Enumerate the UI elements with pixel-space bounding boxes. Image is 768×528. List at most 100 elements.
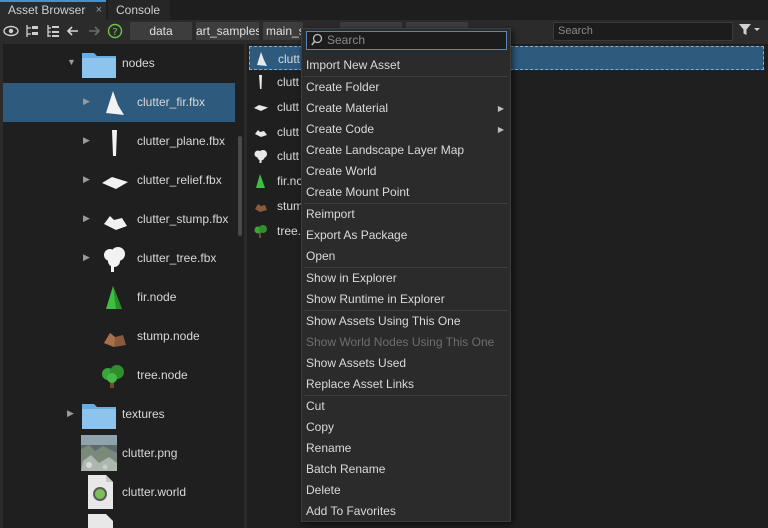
menu-item-export-as-package[interactable]: Export As Package: [302, 225, 510, 246]
tree-item-label: nodes: [122, 56, 155, 70]
eye-icon[interactable]: [3, 23, 19, 39]
fir-node-icon: [253, 173, 269, 189]
menu-item-delete[interactable]: Delete: [302, 480, 510, 501]
menu-item-label: Create Material: [306, 101, 389, 115]
chevron-right-icon[interactable]: ▶: [67, 408, 74, 419]
image-thumbnail-icon: [81, 435, 117, 471]
folder-icon: [81, 399, 116, 431]
forward-arrow-icon[interactable]: [86, 23, 102, 39]
menu-item-label: Create Code: [306, 122, 375, 136]
plane-mesh-icon: [253, 74, 269, 90]
list-item-label: clutt: [277, 149, 300, 163]
menu-item-show-assets-using-this-one[interactable]: Show Assets Using This One: [302, 311, 510, 332]
stump-mesh-icon: [253, 124, 269, 140]
list-item-label: clutt: [277, 100, 300, 114]
menu-item-rename[interactable]: Rename: [302, 438, 510, 459]
chevron-right-icon[interactable]: ▶: [83, 174, 90, 185]
fir-node-icon: [100, 282, 130, 314]
tab-asset-browser[interactable]: Asset Browser ×: [0, 0, 106, 20]
chevron-right-icon[interactable]: ▶: [83, 252, 90, 263]
menu-item-show-world-nodes-using-this-one: Show World Nodes Using This One: [306, 335, 495, 349]
menu-item-add-to-favorites[interactable]: Add To Favorites: [302, 501, 510, 522]
expand-tree-icon[interactable]: [45, 23, 61, 39]
menu-search-input[interactable]: Search: [306, 31, 507, 50]
menu-item-show-runtime-in-explorer[interactable]: Show Runtime in Explorer: [302, 289, 510, 310]
tree-item-label: clutter_stump.fbx: [137, 212, 229, 226]
stump-node-icon: [253, 198, 269, 214]
breadcrumb-main[interactable]: main_s: [263, 22, 303, 40]
tree-item-label: stump.node: [137, 329, 200, 343]
submenu-arrow-icon: ▶: [497, 104, 504, 113]
asset-tree[interactable]: ▼ nodes ▶ clutter_fir.fbx ▶ clutter_plan…: [3, 44, 244, 528]
menu-item-create-world[interactable]: Create World: [302, 161, 510, 182]
tree-mesh-icon: [100, 243, 130, 275]
tree-item-clutter-relief[interactable]: ▶ clutter_relief.fbx: [3, 161, 235, 200]
tab-console[interactable]: Console: [108, 0, 170, 20]
menu-item-create-material[interactable]: Create Material ▶: [302, 98, 510, 119]
tab-console-label: Console: [116, 3, 161, 17]
tree-item-clutter-fir[interactable]: ▶ clutter_fir.fbx: [3, 83, 235, 122]
help-icon[interactable]: ?: [107, 23, 123, 39]
filter-icon[interactable]: [738, 23, 762, 40]
tree-item-nodes[interactable]: ▼ nodes: [3, 44, 235, 83]
close-icon[interactable]: ×: [96, 2, 102, 19]
tree-item-label: tree.node: [137, 368, 188, 382]
fir-mesh-icon: [254, 51, 270, 67]
menu-item-create-landscape-layer-map[interactable]: Create Landscape Layer Map: [302, 140, 510, 161]
chevron-right-icon[interactable]: ▶: [83, 135, 90, 146]
tree-item-clutter-plane[interactable]: ▶ clutter_plane.fbx: [3, 122, 235, 161]
chevron-down-icon[interactable]: ▼: [67, 57, 76, 67]
back-arrow-icon[interactable]: [65, 23, 81, 39]
tree-item-label: clutter.world: [122, 485, 187, 499]
stump-mesh-icon: [100, 204, 130, 236]
menu-item-create-folder[interactable]: Create Folder: [302, 77, 510, 98]
plane-mesh-icon: [100, 126, 130, 158]
tree-item-label: clutter_relief.fbx: [137, 173, 222, 187]
relief-mesh-icon: [253, 99, 269, 115]
tree-scrollbar[interactable]: [238, 136, 242, 236]
chevron-right-icon[interactable]: ▶: [83, 213, 90, 224]
collapse-tree-icon[interactable]: [24, 23, 40, 39]
menu-item-reimport[interactable]: Reimport: [302, 204, 510, 225]
breadcrumb-art-samples[interactable]: art_samples: [196, 22, 259, 40]
tree-item-partial[interactable]: [3, 512, 235, 528]
menu-item-show-assets-used[interactable]: Show Assets Used: [302, 353, 510, 374]
tree-node-icon: [253, 223, 269, 239]
tab-asset-browser-label: Asset Browser: [8, 3, 86, 17]
tree-mesh-icon: [253, 148, 269, 164]
tree-item-clutter-tree[interactable]: ▶ clutter_tree.fbx: [3, 239, 235, 278]
list-item-label: clutt: [277, 125, 300, 139]
breadcrumb-data[interactable]: data: [130, 22, 192, 40]
tree-node-icon: [100, 360, 130, 392]
tree-item-label: fir.node: [137, 290, 177, 304]
menu-item-show-in-explorer[interactable]: Show in Explorer: [302, 268, 510, 289]
list-item-label: stum: [277, 199, 304, 213]
svg-text:?: ?: [112, 27, 117, 38]
list-item-label: clutt: [278, 52, 301, 66]
tree-item-label: textures: [122, 407, 165, 421]
menu-item-create-mount-point[interactable]: Create Mount Point: [302, 182, 510, 203]
tree-item-stump-node[interactable]: stump.node: [3, 317, 235, 356]
tree-item-tree-node[interactable]: tree.node: [3, 356, 235, 395]
stump-node-icon: [100, 321, 130, 353]
search-input[interactable]: Search: [553, 22, 733, 41]
menu-item-batch-rename[interactable]: Batch Rename: [302, 459, 510, 480]
tree-item-fir-node[interactable]: fir.node: [3, 278, 235, 317]
menu-item-replace-asset-links[interactable]: Replace Asset Links: [302, 374, 510, 395]
menu-item-open[interactable]: Open: [302, 246, 510, 267]
tree-item-textures[interactable]: ▶ textures: [3, 395, 235, 434]
menu-item-copy[interactable]: Copy: [302, 417, 510, 438]
world-file-icon: [85, 474, 115, 510]
menu-item-import-new-asset[interactable]: Import New Asset: [302, 55, 510, 76]
list-item-label: clutt: [277, 75, 300, 89]
chevron-right-icon[interactable]: ▶: [83, 96, 90, 107]
relief-mesh-icon: [100, 165, 130, 197]
menu-item-create-code[interactable]: Create Code ▶: [302, 119, 510, 140]
tree-item-label: clutter_plane.fbx: [137, 134, 226, 148]
folder-icon: [81, 48, 116, 80]
tree-item-clutter-stump[interactable]: ▶ clutter_stump.fbx: [3, 200, 235, 239]
tree-item-clutter-png[interactable]: clutter.png: [3, 434, 235, 473]
tree-item-clutter-world[interactable]: clutter.world: [3, 473, 235, 512]
menu-item-cut[interactable]: Cut: [302, 396, 510, 417]
menu-search-placeholder: Search: [327, 33, 366, 47]
